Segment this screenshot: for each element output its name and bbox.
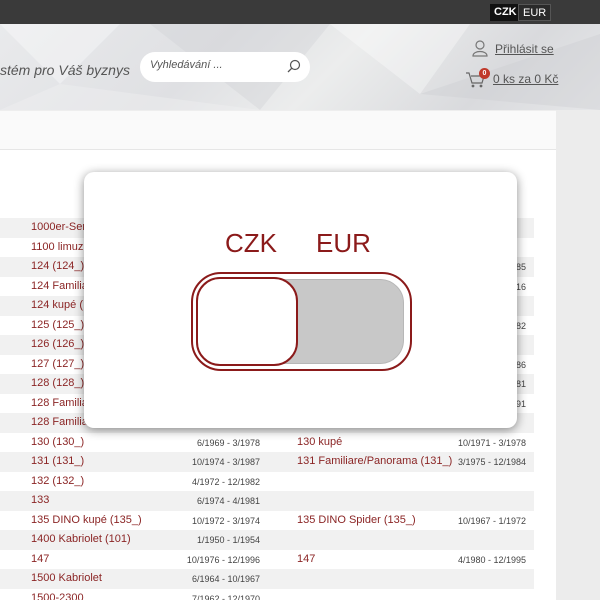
production-dates: 7/1962 - 12/1970 [191,593,260,600]
model-link[interactable]: 147 [297,553,315,565]
model-link[interactable]: 128 (128_) [31,377,84,389]
production-dates: 82 [515,320,526,331]
search-input[interactable] [150,59,280,71]
production-dates: 10/1967 - 1/1972 [457,515,526,526]
model-link[interactable]: 131 Familiare/Panorama (131_) [297,455,452,467]
model-link[interactable]: 147 [31,553,49,565]
table-row: 1400 Kabriolet (101) 1/1950 - 1/1954 [0,530,534,550]
model-link[interactable]: 124 kupé ( [31,299,83,311]
table-row: 1500 Kabriolet 6/1964 - 10/1967 [0,569,534,589]
table-row: 147 10/1976 - 12/1996 147 4/1980 - 12/1995 [0,550,534,570]
page-margin [556,110,600,600]
model-link[interactable]: 126 (126_) [31,338,84,350]
currency-eur-button[interactable]: EUR [518,4,552,21]
table-row: 130 (130_) 6/1969 - 3/1978 130 kupé 10/1971… [0,433,534,453]
model-link[interactable]: 125 (125_) [31,319,84,331]
production-dates: 1/1950 - 1/1954 [196,535,260,545]
toggle-knob[interactable] [196,277,298,366]
production-dates: 3/1975 - 12/1984 [457,457,526,467]
currency-switch-dialog: CZK EUR [84,172,517,428]
model-link[interactable]: 127 (127_) [31,358,84,370]
user-icon [472,40,488,57]
production-dates: 81 [515,379,526,389]
production-dates: 6/1964 - 10/1967 [191,574,260,584]
model-link[interactable]: 130 kupé [297,436,342,448]
model-link[interactable]: 1500-2300 [31,592,84,600]
currency-toggle-switch[interactable] [191,272,412,371]
production-dates: 10/1974 - 3/1987 [191,457,260,467]
production-dates: 16 [515,281,526,292]
cart-count-badge: 0 [479,68,490,79]
table-row: 1500-2300 7/1962 - 12/1970 [0,589,534,600]
switch-label-eur: EUR [316,228,371,258]
production-dates: 85 [515,262,526,272]
model-link[interactable]: 131 (131_) [31,455,84,467]
production-dates: 4/1980 - 12/1995 [457,554,526,565]
model-link[interactable]: 1500 Kabriolet [31,572,102,584]
production-dates: 6/1974 - 4/1981 [196,496,260,506]
model-link[interactable]: 135 DINO Spider (135_) [297,514,416,526]
table-row: 131 (131_) 10/1974 - 3/1987 131 Familiare/… [0,452,534,472]
search-box[interactable] [140,52,310,82]
top-bar: CZK EUR [0,0,600,24]
search-icon[interactable] [287,59,301,73]
production-dates: 86 [515,359,526,370]
table-row: 132 (132_) 4/1972 - 12/1982 [0,472,534,492]
model-link[interactable]: 135 DINO kupé (135_) [31,514,142,526]
production-dates: 10/1971 - 3/1978 [457,437,526,448]
navigation-bar [0,110,556,150]
model-link[interactable]: 133 [31,494,49,506]
production-dates: 10/1976 - 12/1996 [186,554,260,565]
production-dates: 10/1972 - 3/1974 [191,515,260,526]
switch-label-czk: CZK [225,228,277,258]
production-dates: 6/1969 - 3/1978 [196,437,260,448]
login-label[interactable]: Přihlásit se [495,42,554,56]
table-row: 133 6/1974 - 4/1981 [0,491,534,511]
model-link[interactable]: 1400 Kabriolet (101) [31,533,131,545]
currency-czk-button[interactable]: CZK [490,4,521,21]
production-dates: 4/1972 - 12/1982 [191,476,260,487]
cart-summary[interactable]: 0 ks za 0 Kč [493,72,558,86]
model-link[interactable]: 130 (130_) [31,436,84,448]
model-link[interactable]: 124 (124_) [31,260,84,272]
model-link[interactable]: 132 (132_) [31,475,84,487]
production-dates: 91 [515,398,526,409]
header: stém pro Váš byznys Přihlásit se 0 0 ks … [0,24,600,110]
table-row: 135 DINO kupé (135_) 10/1972 - 3/1974 135 … [0,511,534,531]
site-tagline: stém pro Váš byznys [0,62,130,78]
